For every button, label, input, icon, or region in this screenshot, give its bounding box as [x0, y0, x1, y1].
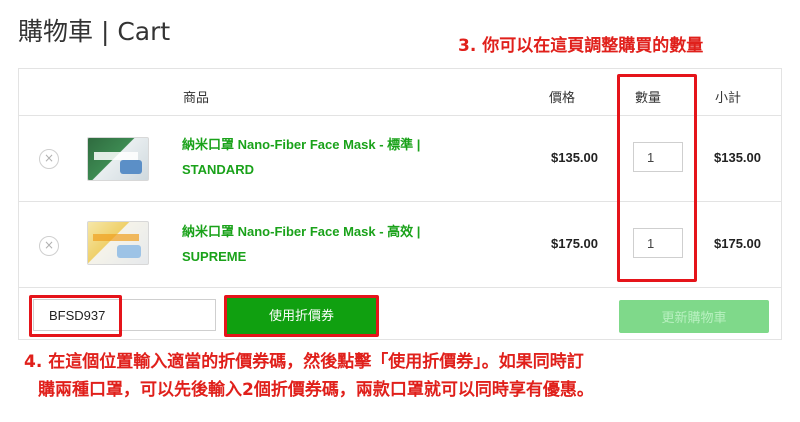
page-title: 購物車 | Cart — [18, 17, 171, 46]
product-name-line1: 納米口罩 Nano-Fiber Face Mask - 標準 | — [182, 137, 421, 152]
cart-table: 商品 價格 數量 小計 × 納米口罩 Nano-Fiber Face Mask … — [18, 68, 782, 340]
face-mask-box-standard-icon — [94, 152, 138, 160]
item-subtotal: $135.00 — [714, 150, 761, 165]
divider — [19, 287, 781, 288]
face-mask-box-supreme-icon — [93, 234, 139, 241]
coupon-annotation-line1: 4. 在這個位置輸入適當的折價券碼，然後點擊「使用折價券」。如果同時訂 — [24, 352, 584, 372]
product-name-line2: SUPREME — [182, 249, 247, 264]
remove-item-button[interactable]: × — [39, 149, 59, 169]
update-cart-button[interactable]: 更新購物車 — [619, 300, 769, 333]
product-link-standard[interactable]: 納米口罩 Nano-Fiber Face Mask - 標準 | STANDAR… — [182, 132, 472, 182]
apply-coupon-button[interactable]: 使用折價券 — [224, 295, 379, 337]
coupon-annotation: 4. 在這個位置輸入適當的折價券碼，然後點擊「使用折價券」。如果同時訂 購兩種口… — [24, 348, 794, 404]
header-product: 商品 — [183, 91, 210, 106]
face-mask-icon — [120, 160, 142, 174]
header-price: 價格 — [549, 91, 576, 106]
coupon-annotation-line2: 購兩種口罩，可以先後輸入2個折價券碼，兩款口罩就可以同時享有優惠。 — [38, 380, 594, 400]
coupon-highlight-box — [29, 295, 122, 337]
remove-item-button[interactable]: × — [39, 236, 59, 256]
product-name-line1: 納米口罩 Nano-Fiber Face Mask - 高效 | — [182, 224, 421, 239]
quantity-highlight-box — [617, 74, 697, 282]
face-mask-icon — [117, 245, 141, 258]
product-link-supreme[interactable]: 納米口罩 Nano-Fiber Face Mask - 高效 | SUPREME — [182, 219, 472, 269]
header-subtotal: 小計 — [715, 91, 742, 106]
quantity-annotation: 3. 你可以在這頁調整購買的數量 — [458, 36, 704, 56]
item-price: $135.00 — [551, 150, 598, 165]
product-thumbnail-supreme[interactable] — [87, 221, 149, 265]
product-name-line2: STANDARD — [182, 162, 254, 177]
apply-coupon-label: 使用折價券 — [227, 298, 376, 334]
product-thumbnail-standard[interactable] — [87, 137, 149, 181]
item-price: $175.00 — [551, 236, 598, 251]
item-subtotal: $175.00 — [714, 236, 761, 251]
